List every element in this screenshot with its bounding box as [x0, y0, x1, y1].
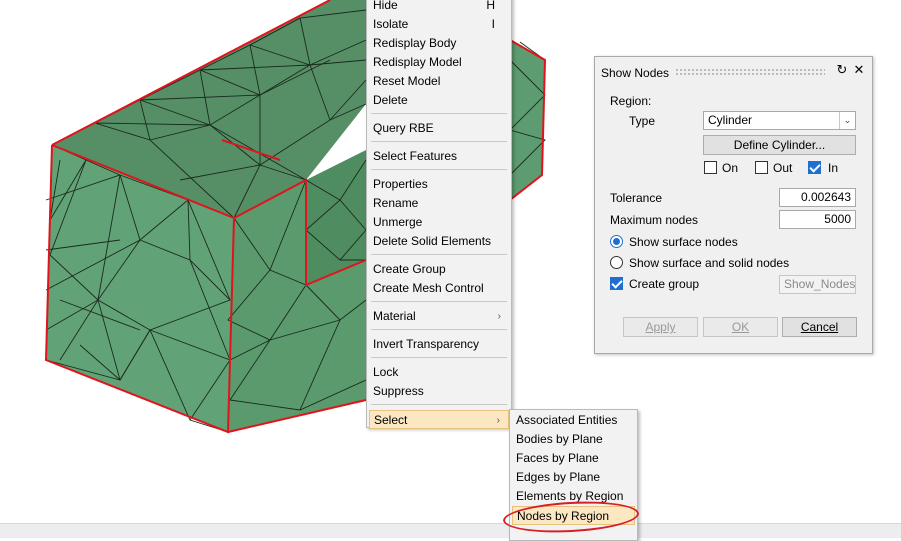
define-cylinder-button[interactable]: Define Cylinder...: [703, 135, 856, 155]
menu-item-create-mesh-control[interactable]: Create Mesh Control: [369, 279, 509, 298]
out-checkbox[interactable]: [755, 161, 768, 174]
submenu-item-bodies-by-plane[interactable]: Bodies by Plane: [512, 430, 635, 449]
out-label: Out: [773, 161, 793, 175]
cancel-button[interactable]: Cancel: [782, 317, 857, 337]
submenu-item-elements-by-region[interactable]: Elements by Region: [512, 487, 635, 506]
max-nodes-label: Maximum nodes: [610, 213, 699, 227]
type-label: Type: [629, 114, 656, 128]
menu-item-label: Isolate: [373, 17, 409, 31]
chevron-right-icon: ›: [497, 311, 501, 322]
show-surface-nodes-label: Show surface nodes: [629, 235, 738, 249]
apply-button[interactable]: Apply: [623, 317, 698, 337]
tolerance-label: Tolerance: [610, 191, 663, 205]
show-nodes-dialog: Show Nodes ↻ ✕ Region: Type Cylinder ⌄ De…: [594, 56, 873, 354]
menu-separator: [371, 141, 507, 142]
menu-item-redisplay-model[interactable]: Redisplay Model: [369, 53, 509, 72]
menu-item-lock[interactable]: Lock: [369, 363, 509, 382]
chevron-right-icon: ›: [496, 415, 500, 426]
menu-separator: [371, 329, 507, 330]
status-strip: [0, 523, 901, 538]
max-nodes-input[interactable]: 5000: [779, 210, 856, 229]
menu-separator: [371, 404, 507, 405]
chevron-down-icon: ⌄: [839, 112, 855, 129]
submenu-item-edges-by-plane[interactable]: Edges by Plane: [512, 468, 635, 487]
submenu-item-faces-by-plane[interactable]: Faces by Plane: [512, 449, 635, 468]
menu-item-redisplay-body[interactable]: Redisplay Body: [369, 34, 509, 53]
show-surface-nodes-radio[interactable]: [610, 235, 623, 248]
region-label: Region:: [610, 94, 652, 108]
hotkey-label: H: [486, 0, 495, 12]
menu-separator: [371, 169, 507, 170]
show-surface-solid-nodes-radio[interactable]: [610, 256, 623, 269]
on-checkbox[interactable]: [704, 161, 717, 174]
menu-item-rename[interactable]: Rename: [369, 194, 509, 213]
menu-item-properties[interactable]: Properties: [369, 175, 509, 194]
menu-item-delete[interactable]: Delete: [369, 91, 509, 110]
drag-grip-icon[interactable]: [675, 68, 825, 76]
menu-item-select[interactable]: Select ›: [369, 410, 509, 429]
create-group-checkbox[interactable]: [610, 277, 623, 290]
menu-item-material[interactable]: Material ›: [369, 307, 509, 326]
close-icon[interactable]: ✕: [852, 63, 866, 77]
menu-separator: [371, 301, 507, 302]
menu-item-label: Select: [374, 413, 408, 427]
menu-item-hide[interactable]: Hide H: [369, 0, 509, 15]
menu-item-invert-transparency[interactable]: Invert Transparency: [369, 335, 509, 354]
hotkey-label: I: [491, 17, 495, 31]
menu-item-reset-model[interactable]: Reset Model: [369, 72, 509, 91]
dialog-title: Show Nodes: [601, 66, 670, 80]
menu-separator: [371, 254, 507, 255]
in-checkbox[interactable]: [808, 161, 821, 174]
submenu-item-nodes-by-region[interactable]: Nodes by Region: [512, 506, 635, 525]
create-group-label: Create group: [629, 277, 700, 291]
group-name-input[interactable]: Show_Nodes: [779, 275, 856, 294]
in-label: In: [828, 161, 839, 175]
menu-item-unmerge[interactable]: Unmerge: [369, 213, 509, 232]
context-menu: Hide H Isolate I Redisplay Body Redisplay …: [366, 0, 512, 429]
menu-item-select-features[interactable]: Select Features: [369, 147, 509, 166]
on-label: On: [722, 161, 739, 175]
menu-item-delete-solid-elements[interactable]: Delete Solid Elements: [369, 232, 509, 251]
type-value: Cylinder: [708, 113, 753, 127]
menu-item-label: Hide: [373, 0, 398, 12]
show-surface-solid-nodes-label: Show surface and solid nodes: [629, 256, 790, 270]
refresh-icon[interactable]: ↻: [835, 63, 849, 77]
select-submenu: Associated Entities Bodies by Plane Face…: [509, 409, 638, 541]
menu-item-create-group[interactable]: Create Group: [369, 260, 509, 279]
menu-separator: [371, 357, 507, 358]
menu-separator: [371, 113, 507, 114]
tolerance-input[interactable]: 0.002643: [779, 188, 856, 207]
menu-item-query-rbe[interactable]: Query RBE: [369, 119, 509, 138]
submenu-item-associated-entities[interactable]: Associated Entities: [512, 411, 635, 430]
ok-button[interactable]: OK: [703, 317, 778, 337]
menu-item-label: Material: [373, 309, 416, 323]
menu-item-suppress[interactable]: Suppress: [369, 382, 509, 401]
menu-item-isolate[interactable]: Isolate I: [369, 15, 509, 34]
type-dropdown[interactable]: Cylinder ⌄: [703, 111, 856, 130]
